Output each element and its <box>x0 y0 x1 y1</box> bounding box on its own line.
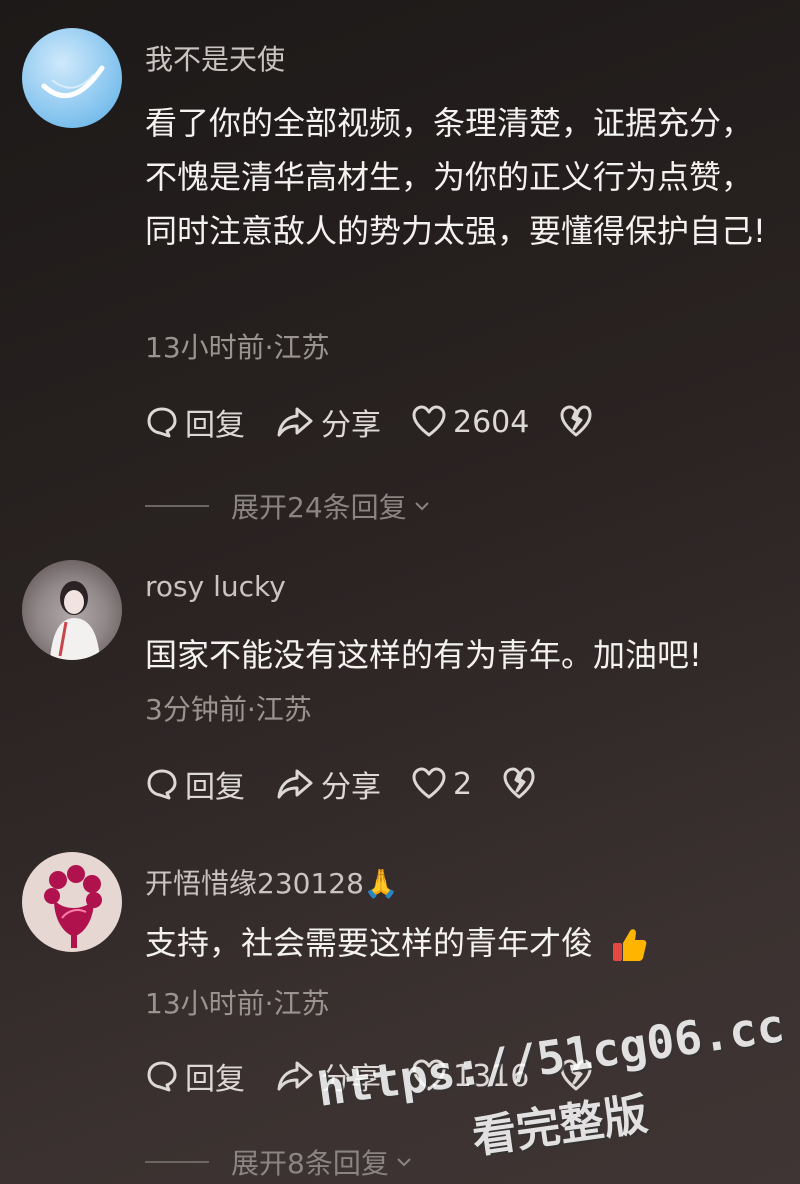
avatar[interactable] <box>22 28 122 128</box>
share-label: 分享 <box>321 770 381 805</box>
chevron-down-icon <box>397 1158 411 1167</box>
like-button[interactable]: 2 <box>411 767 472 802</box>
username[interactable]: 我不是天使 <box>145 38 285 78</box>
broken-heart-icon <box>560 405 592 437</box>
broken-heart-icon <box>560 1059 592 1091</box>
share-icon <box>277 1061 313 1091</box>
comment-text: 支持，社会需要这样的青年才俊 <box>145 916 775 970</box>
comment-actions: 回复 分享 1316 <box>145 1054 629 1098</box>
comment-text: 国家不能没有这样的有为青年。加油吧! <box>145 636 702 674</box>
share-label: 分享 <box>321 408 381 443</box>
thumbs-up-icon <box>613 929 647 961</box>
divider <box>145 505 209 507</box>
heart-icon <box>412 1059 446 1091</box>
username[interactable]: rosy lucky <box>145 570 286 603</box>
dislike-button[interactable] <box>502 767 542 801</box>
reply-label: 回复 <box>185 1062 245 1097</box>
share-button[interactable]: 分享 <box>275 400 381 444</box>
avatar-flower-icon <box>44 865 102 948</box>
comment-meta: 13小时前·江苏 <box>145 987 330 1020</box>
expand-replies[interactable]: 展开8条回复 <box>145 1142 415 1182</box>
avatar[interactable] <box>22 852 122 952</box>
share-button[interactable]: 分享 <box>275 762 381 806</box>
username[interactable]: 开悟惜缘230128🙏 <box>145 862 399 902</box>
comment-text: 看了你的全部视频，条理清楚，证据充分，不愧是清华高材生，为你的正义行为点赞，同时… <box>145 104 766 250</box>
reply-icon <box>147 407 177 438</box>
share-icon <box>277 407 313 437</box>
comment-meta: 13小时前·江苏 <box>145 331 330 364</box>
like-count: 2604 <box>453 404 530 440</box>
comment-text-content: 支持，社会需要这样的青年才俊 <box>145 924 594 962</box>
expand-label: 展开8条回复 <box>231 1147 389 1180</box>
chevron-down-icon <box>414 502 429 511</box>
reply-button[interactable]: 回复 <box>145 400 245 444</box>
comment-meta: 3分钟前·江苏 <box>145 693 312 726</box>
comment-actions: 回复 分享 2604 <box>145 400 629 444</box>
reply-icon <box>147 1061 177 1092</box>
comment-actions: 回复 分享 2 <box>145 762 572 806</box>
divider <box>145 1161 209 1163</box>
share-icon <box>277 769 313 799</box>
dislike-button[interactable] <box>559 1059 599 1093</box>
like-button[interactable]: 2604 <box>411 405 529 440</box>
reply-label: 回复 <box>185 770 245 805</box>
reply-button[interactable]: 回复 <box>145 762 245 806</box>
expand-replies[interactable]: 展开24条回复 <box>145 486 433 526</box>
share-label: 分享 <box>321 1062 381 1097</box>
avatar-portrait-icon <box>22 560 122 660</box>
expand-label: 展开24条回复 <box>231 491 407 524</box>
avatar-smile-icon <box>41 65 105 99</box>
like-count: 2 <box>453 766 473 802</box>
reply-label: 回复 <box>185 408 245 443</box>
dislike-button[interactable] <box>559 405 599 439</box>
broken-heart-icon <box>503 767 535 799</box>
share-button[interactable]: 分享 <box>275 1054 381 1098</box>
heart-icon <box>412 405 446 437</box>
like-button[interactable]: 1316 <box>411 1059 529 1094</box>
heart-icon <box>412 767 446 799</box>
reply-button[interactable]: 回复 <box>145 1054 245 1098</box>
like-count: 1316 <box>453 1058 530 1094</box>
reply-icon <box>147 769 177 800</box>
avatar[interactable] <box>22 560 122 660</box>
